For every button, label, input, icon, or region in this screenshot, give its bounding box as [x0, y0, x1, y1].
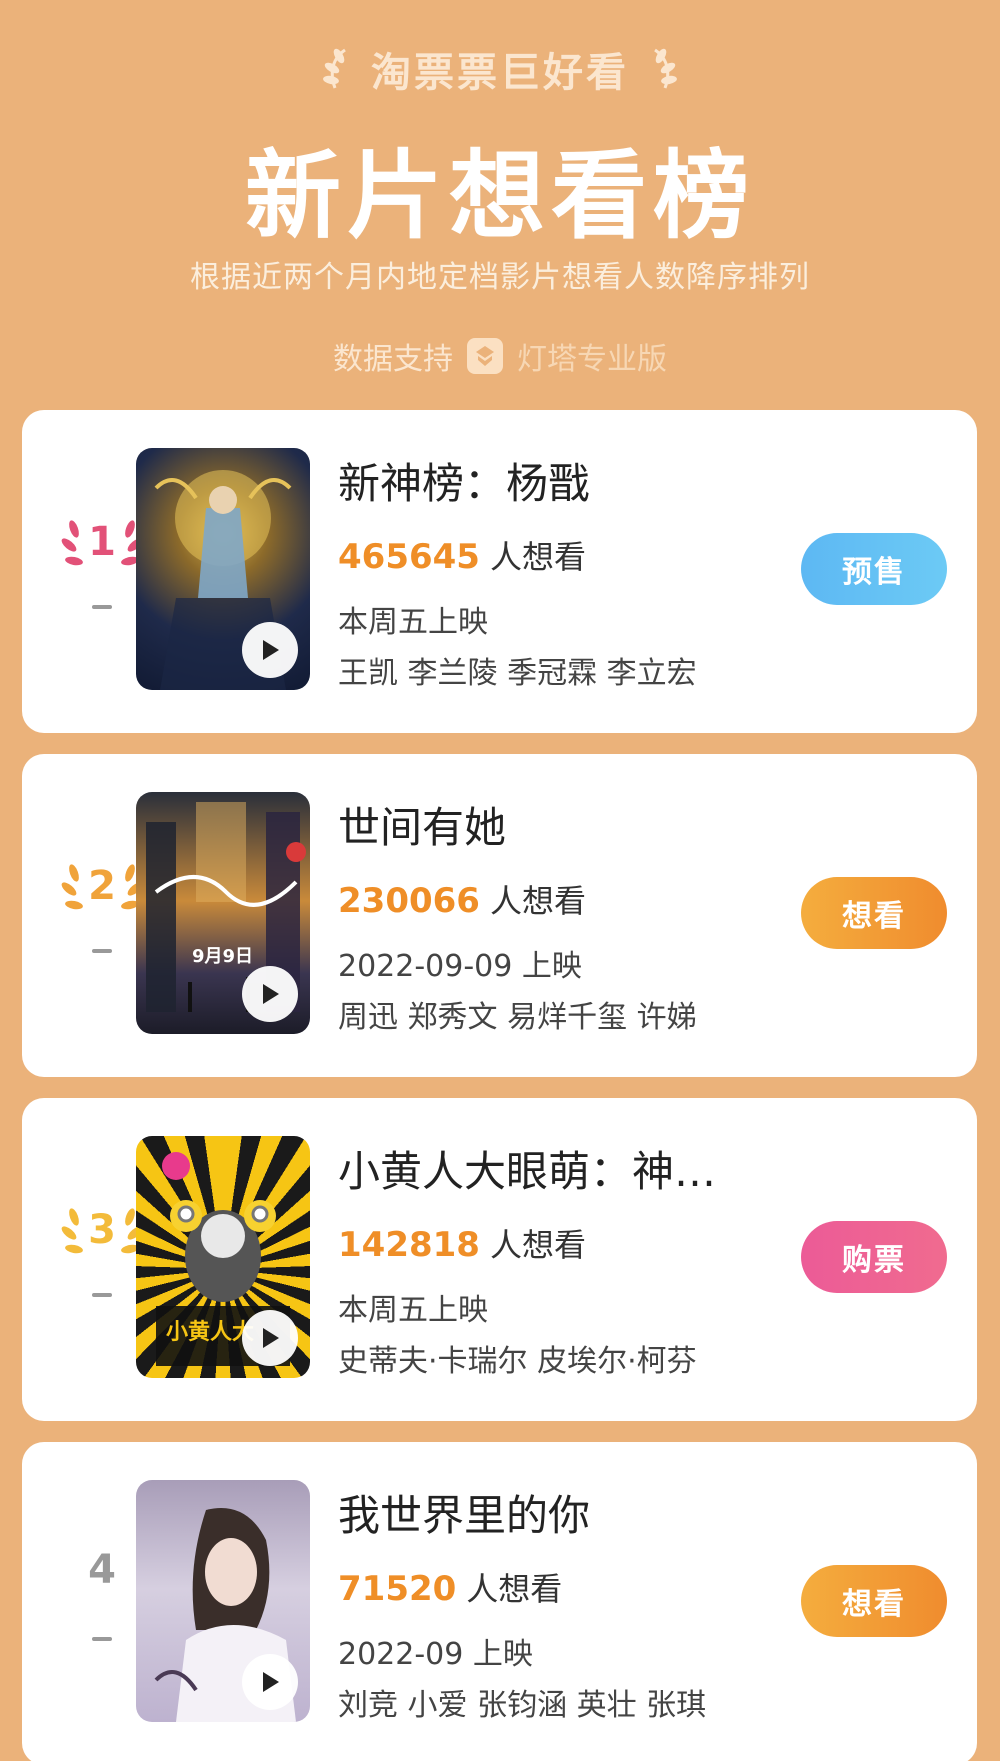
movie-card[interactable]: 4 我世界里的你 71520 人想看 2022-09 上映 刘竞 小爱 张钧涵 英… — [22, 1442, 977, 1761]
rank-change-dash — [92, 605, 112, 609]
movie-poster[interactable] — [136, 1480, 310, 1722]
movie-card[interactable]: 3 小黄人大 小黄人大眼萌：神… 142818 人想看 本周五上映 史蒂夫·卡瑞… — [22, 1098, 977, 1421]
brand-row: 淘票票巨好看 — [0, 40, 1000, 98]
movie-poster[interactable]: 小黄人大 — [136, 1136, 310, 1378]
data-support-row: 数据支持 灯塔专业版 — [0, 334, 1000, 378]
page-title: 新片想看榜 — [245, 140, 755, 252]
release-info: 本周五上映 — [338, 605, 488, 640]
movie-card[interactable]: 1 新神榜：杨戬 465645 人想看 本周五上映 王凯 李兰陵 季冠霖 李立宏 … — [22, 410, 977, 733]
movie-title[interactable]: 我世界里的你 — [338, 1482, 738, 1543]
presale-button[interactable]: 预售 — [801, 533, 947, 605]
poster-date-text: 9月9日 — [192, 946, 254, 967]
movie-title[interactable]: 新神榜：杨戬 — [338, 450, 738, 511]
play-icon — [263, 984, 279, 1004]
want-count: 71520 — [338, 1569, 457, 1609]
support-label: 数据支持 — [333, 342, 453, 377]
want-to-see-line: 230066 人想看 — [338, 876, 586, 922]
play-icon — [263, 1672, 279, 1692]
play-trailer-button[interactable] — [242, 622, 298, 678]
buy-ticket-button[interactable]: 购票 — [801, 1221, 947, 1293]
rank-change-dash — [92, 1637, 112, 1641]
want-suffix: 人想看 — [489, 538, 586, 576]
want-to-see-button[interactable]: 想看 — [801, 877, 947, 949]
rank-change-dash — [92, 1293, 112, 1297]
want-to-see-line: 142818 人想看 — [338, 1220, 586, 1266]
movie-title[interactable]: 小黄人大眼萌：神… — [338, 1138, 738, 1199]
cast-list: 周迅 郑秀文 易烊千玺 许娣 — [338, 1000, 697, 1035]
want-count: 142818 — [338, 1225, 480, 1265]
play-icon — [263, 640, 279, 660]
play-trailer-button[interactable] — [242, 966, 298, 1022]
movie-card[interactable]: 2 9月9日 世间有她 230066 人想看 2022-09-09 上映 周迅 郑… — [22, 754, 977, 1077]
release-info: 本周五上映 — [338, 1293, 488, 1328]
want-to-see-line: 71520 人想看 — [338, 1564, 562, 1610]
brand-text: 淘票票巨好看 — [371, 50, 629, 96]
page-subtitle: 根据近两个月内地定档影片想看人数降序排列 — [190, 260, 810, 295]
cast-list: 刘竞 小爱 张钧涵 英壮 张琪 — [338, 1688, 707, 1723]
movie-title[interactable]: 世间有她 — [338, 794, 738, 855]
poster-title-text: 小黄人大 — [166, 1320, 255, 1345]
want-count: 465645 — [338, 537, 480, 577]
release-info: 2022-09 上映 — [338, 1637, 533, 1672]
cast-list: 王凯 李兰陵 季冠霖 李立宏 — [338, 656, 697, 691]
want-suffix: 人想看 — [466, 1570, 563, 1608]
want-suffix: 人想看 — [489, 882, 586, 920]
want-to-see-button[interactable]: 想看 — [801, 1565, 947, 1637]
want-count: 230066 — [338, 881, 480, 921]
release-info: 2022-09-09 上映 — [338, 949, 582, 984]
dengta-logo-icon — [467, 338, 503, 374]
cast-list: 史蒂夫·卡瑞尔 皮埃尔·柯芬 — [338, 1344, 697, 1379]
want-to-see-line: 465645 人想看 — [338, 532, 586, 578]
play-trailer-button[interactable] — [242, 1654, 298, 1710]
movie-poster[interactable]: 9月9日 — [136, 792, 310, 1034]
play-trailer-button[interactable] — [242, 1310, 298, 1366]
ranking-page: 淘票票巨好看 新片想看榜 根据近两个月内地定档影片想看人数降序排列 数据支持 灯… — [0, 0, 1000, 1761]
support-brand: 灯塔专业版 — [517, 342, 667, 377]
rank-change-dash — [92, 949, 112, 953]
movie-poster[interactable] — [136, 448, 310, 690]
want-suffix: 人想看 — [489, 1226, 586, 1264]
laurel-right-icon — [654, 48, 677, 89]
laurel-left-icon — [323, 48, 346, 89]
play-icon — [263, 1328, 279, 1348]
